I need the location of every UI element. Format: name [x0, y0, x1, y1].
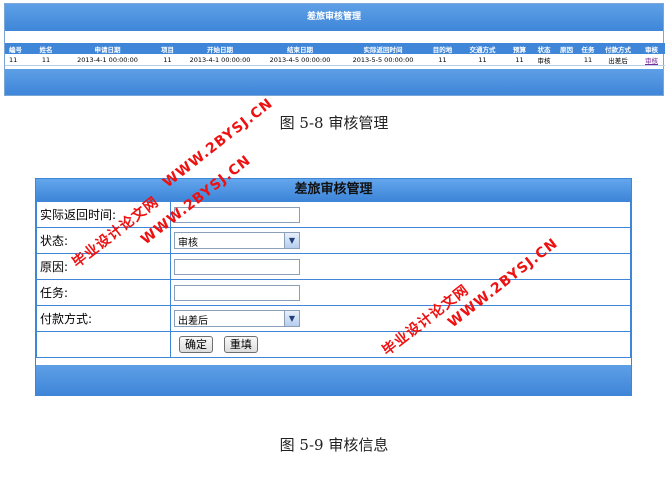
list-footer-bar: [5, 69, 663, 95]
cell-status: 审核: [533, 54, 555, 66]
reset-button[interactable]: 重填: [223, 336, 258, 353]
col-header-task: 任务: [578, 43, 598, 54]
form-footer-bar: [36, 365, 631, 395]
audit-link[interactable]: 审核: [645, 57, 658, 65]
confirm-button[interactable]: 确定: [179, 336, 213, 353]
cell-audit: 审核: [638, 54, 665, 66]
cell-transport: 11: [459, 54, 506, 66]
chevron-down-icon[interactable]: ▼: [284, 233, 299, 248]
col-header-payment: 付款方式: [598, 43, 638, 54]
cell-apply-date: 2013-4-1 00:00:00: [60, 54, 155, 66]
cell-return-time: 2013-5-5 00:00:00: [340, 54, 426, 66]
status-select[interactable]: 审核 ▼: [174, 232, 300, 249]
payment-select[interactable]: 出差后 ▼: [174, 310, 300, 327]
list-header-row: 编号 姓名 申请日期 项目 开始日期 结束日期 实际返回时间 目的地 交通方式 …: [5, 43, 665, 54]
col-header-name: 姓名: [32, 43, 60, 54]
reason-input[interactable]: [174, 258, 300, 275]
col-header-budget: 预算: [506, 43, 533, 54]
buttons-empty-cell: [36, 331, 171, 358]
payment-select-value: 出差后: [178, 316, 208, 327]
col-header-return-time: 实际返回时间: [340, 43, 426, 54]
table-row: 11 11 2013-4-1 00:00:00 11 2013-4-1 00:0…: [5, 54, 665, 66]
cell-payment: 出差后: [598, 54, 638, 66]
col-header-apply-date: 申请日期: [60, 43, 155, 54]
cell-start-date: 2013-4-1 00:00:00: [180, 54, 260, 66]
col-header-reason: 原因: [555, 43, 578, 54]
figure-caption-5-8: 图 5-8 审核管理: [279, 114, 389, 132]
figure-caption-5-9: 图 5-9 审核信息: [279, 436, 389, 454]
cell-budget: 11: [506, 54, 533, 66]
status-select-value: 审核: [178, 238, 198, 249]
col-header-transport: 交通方式: [459, 43, 506, 54]
col-header-status: 状态: [533, 43, 555, 54]
col-header-audit: 审核: [638, 43, 665, 54]
form-row-task: 任务:: [36, 279, 631, 306]
audit-list-table: 编号 姓名 申请日期 项目 开始日期 结束日期 实际返回时间 目的地 交通方式 …: [5, 43, 665, 66]
cell-destination: 11: [426, 54, 459, 66]
form-title: 差旅审核管理: [36, 179, 631, 201]
form-row-buttons: 确定 重填: [36, 331, 631, 358]
form-row-payment: 付款方式: 出差后 ▼: [36, 305, 631, 332]
col-header-project: 项目: [155, 43, 180, 54]
list-title: 差旅审核管理: [5, 4, 663, 31]
cell-reason: [555, 54, 578, 66]
chevron-down-icon[interactable]: ▼: [284, 311, 299, 326]
task-label: 任务:: [36, 279, 171, 306]
col-header-start-date: 开始日期: [180, 43, 260, 54]
task-input[interactable]: [174, 284, 300, 301]
cell-end-date: 2013-4-5 00:00:00: [260, 54, 340, 66]
cell-task: 11: [578, 54, 598, 66]
payment-label: 付款方式:: [36, 305, 171, 332]
cell-id: 11: [5, 54, 32, 66]
cell-name: 11: [32, 54, 60, 66]
cell-project: 11: [155, 54, 180, 66]
col-header-end-date: 结束日期: [260, 43, 340, 54]
reason-label: 原因:: [36, 253, 171, 280]
audit-list-panel: 差旅审核管理 编号 姓名 申请日期 项目 开始日期 结束日期 实际返回时间 目的…: [4, 3, 665, 96]
col-header-destination: 目的地: [426, 43, 459, 54]
col-header-id: 编号: [5, 43, 32, 54]
list-gap: [5, 31, 663, 43]
